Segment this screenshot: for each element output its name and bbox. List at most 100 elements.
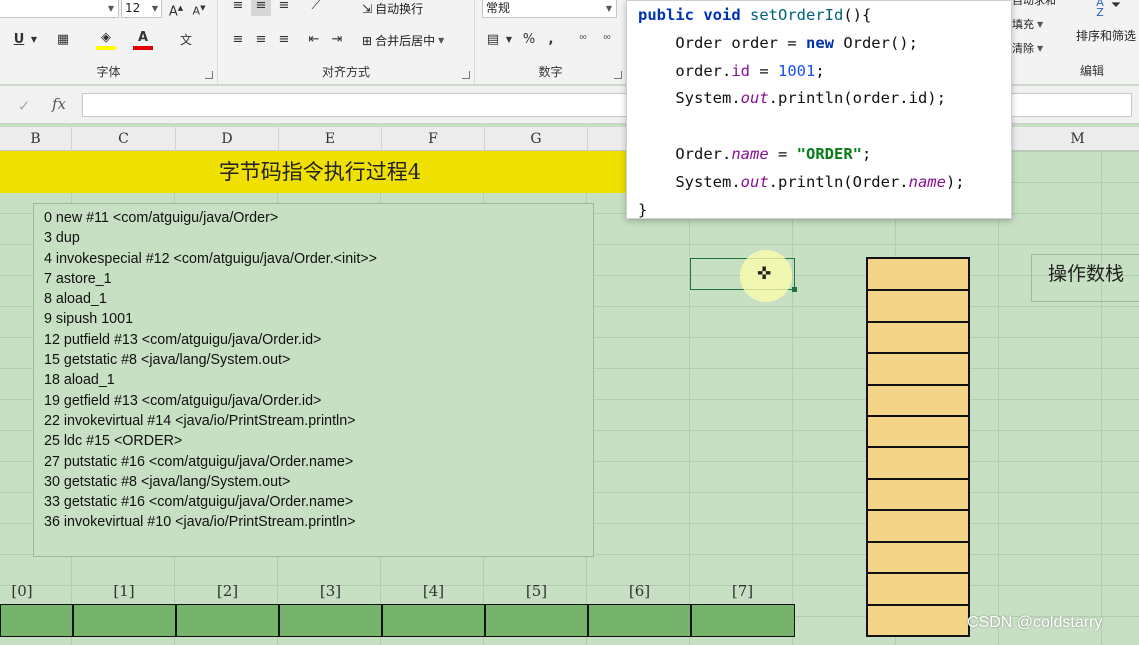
bytecode-line: 4 invokespecial #12 <com/atguigu/java/Or… <box>44 250 378 267</box>
stack-slot-divider <box>868 541 968 543</box>
accounting-caret-icon[interactable]: ▼ <box>503 30 515 50</box>
alignment-group-label: 对齐方式 <box>321 65 370 79</box>
increase-decimal-icon[interactable]: ⁰⁰ <box>573 30 593 50</box>
alignment-launcher-icon[interactable] <box>462 71 470 79</box>
code-line: } <box>638 200 648 219</box>
fill-handle[interactable] <box>792 287 797 292</box>
number-group: 常规 ▼ ▤ ▼ % , ⁰⁰ ⁰⁰ 数字 <box>475 0 627 85</box>
code-line: Order order = new Order(); <box>675 33 918 52</box>
bytecode-line: 9 sipush 1001 <box>44 311 134 328</box>
font-color-icon[interactable]: A <box>133 30 153 50</box>
number-group-label: 数字 <box>538 65 563 79</box>
sum-button[interactable]: 自动求和 <box>1012 0 1056 8</box>
align-top-icon[interactable]: ≡ <box>228 0 248 16</box>
clear-button[interactable]: 清除 ▼ <box>1012 40 1043 56</box>
align-center-icon[interactable]: ≡ <box>251 30 271 50</box>
stack-slot-divider <box>868 352 968 354</box>
local-variable-table <box>0 604 795 637</box>
local-var-divider <box>484 605 486 636</box>
font-size-dropdown[interactable]: 12 ▼ <box>121 0 162 18</box>
merge-icon: ⊞ <box>362 33 373 48</box>
font-name-dropdown[interactable]: ▼ <box>0 0 119 18</box>
wrap-text-icon: ⇲ <box>362 1 373 16</box>
stack-slot-divider <box>868 509 968 511</box>
merge-center-button[interactable]: ⊞ 合并后居中 ▼ <box>362 32 444 49</box>
bytecode-box: 0 new #11 <com/atguigu/java/Order> 3 dup… <box>33 203 594 557</box>
bytecode-line: 27 putstatic #16 <com/atguigu/java/Order… <box>44 453 354 470</box>
increase-font-icon[interactable]: A▲ <box>166 0 186 19</box>
align-middle-icon[interactable]: ≡ <box>251 0 271 16</box>
local-var-divider <box>587 605 589 636</box>
local-var-divider <box>381 605 383 636</box>
code-line: public void setOrderId(){ <box>638 6 872 24</box>
column-header-d[interactable]: D <box>176 127 279 151</box>
bytecode-line: 0 new #11 <com/atguigu/java/Order> <box>44 210 279 226</box>
number-launcher-icon[interactable] <box>614 71 622 79</box>
stack-slot-divider <box>868 289 968 291</box>
bytecode-line: 36 invokevirtual #10 <java/io/PrintStrea… <box>44 514 356 531</box>
font-group: ▼ 12 ▼ A▲ A▼ U ▼ ▦ ◈ A 文 字体 <box>0 0 218 85</box>
underline-icon[interactable]: U <box>9 30 29 50</box>
local-var-divider <box>278 605 280 636</box>
column-header-e[interactable]: E <box>279 127 382 151</box>
bytecode-line: 3 dup <box>44 230 80 247</box>
percent-button[interactable]: % <box>519 30 539 50</box>
local-variable-indices: [0] [1] [2] [3] [4] [5] [6] [7] <box>0 578 800 604</box>
bytecode-line: 15 getstatic #8 <java/lang/System.out> <box>44 352 291 369</box>
bytecode-line: 7 astore_1 <box>44 270 112 287</box>
column-header-g[interactable]: G <box>485 127 588 151</box>
alignment-group: ≡ ≡ ≡ ⟋ ⇲ 自动换行 ≡ ≡ ≡ ⇤ ⇥ ⊞ 合并后居中 ▼ 对齐方式 <box>218 0 475 85</box>
bytecode-line: 12 putfield #13 <com/atguigu/java/Order.… <box>44 331 322 348</box>
decrease-decimal-icon[interactable]: ⁰⁰ <box>597 30 617 50</box>
local-var-index: [0] <box>11 582 33 600</box>
fill-button[interactable]: 填充 ▼ <box>1012 16 1043 32</box>
local-var-index: [3] <box>319 582 342 600</box>
bytecode-line: 19 getfield #13 <com/atguigu/java/Order.… <box>44 392 322 409</box>
editing-group-label: 编辑 <box>1079 64 1104 78</box>
stack-slot-divider <box>868 446 968 448</box>
increase-indent-icon[interactable]: ⇥ <box>327 30 347 50</box>
column-header-f[interactable]: F <box>382 127 485 151</box>
stack-slot-divider <box>868 604 968 606</box>
wrap-text-button[interactable]: ⇲ 自动换行 <box>362 0 423 17</box>
local-var-index: [7] <box>731 582 754 600</box>
bytecode-line: 22 invokevirtual #14 <java/io/PrintStrea… <box>44 412 356 429</box>
filter-icon[interactable]: ⏷ <box>1106 0 1126 16</box>
comma-button[interactable]: , <box>541 30 561 50</box>
align-bottom-icon[interactable]: ≡ <box>274 0 294 16</box>
code-line: System.out.println(Order.name); <box>675 172 965 191</box>
operand-stack <box>866 257 970 637</box>
check-icon[interactable]: ✓ <box>8 97 40 115</box>
align-left-icon[interactable]: ≡ <box>228 30 248 50</box>
column-header-m[interactable]: M <box>1015 127 1139 151</box>
stack-slot-divider <box>868 572 968 574</box>
code-line: System.out.println(order.id); <box>675 89 946 108</box>
local-var-index: [5] <box>525 582 548 600</box>
column-header-c[interactable]: C <box>72 127 176 151</box>
align-right-icon[interactable]: ≡ <box>274 30 294 50</box>
fill-color-icon[interactable]: ◈ <box>96 30 116 50</box>
sort-filter-button[interactable]: 排序和筛选 <box>1076 27 1136 44</box>
underline-caret-icon[interactable]: ▼ <box>28 30 40 50</box>
watermark: CSDN @coldstarry <box>967 614 1103 631</box>
accounting-format-icon[interactable]: ▤ <box>483 30 503 50</box>
column-header-b[interactable]: B <box>0 127 72 151</box>
sheet-title: 字节码指令执行过程4 <box>0 151 640 193</box>
stack-slot-divider <box>868 478 968 480</box>
decrease-font-icon[interactable]: A▼ <box>189 0 209 18</box>
font-launcher-icon[interactable] <box>205 71 213 79</box>
number-format-dropdown[interactable]: 常规 ▼ <box>482 0 617 18</box>
bytecode-line: 18 aload_1 <box>44 372 115 389</box>
border-icon[interactable]: ▦ <box>53 30 73 50</box>
bytecode-line: 8 aload_1 <box>44 291 107 308</box>
stack-slot-divider <box>868 384 968 386</box>
code-line: Order.name = "ORDER"; <box>675 144 872 163</box>
fx-icon[interactable]: fx <box>52 95 66 113</box>
local-var-divider <box>690 605 692 636</box>
orientation-icon[interactable]: ⟋ <box>306 0 326 16</box>
phonetic-icon[interactable]: 文 <box>176 30 196 50</box>
bytecode-line: 30 getstatic #8 <java/lang/System.out> <box>44 473 291 490</box>
local-var-index: [1] <box>113 582 135 600</box>
decrease-indent-icon[interactable]: ⇤ <box>304 30 324 50</box>
